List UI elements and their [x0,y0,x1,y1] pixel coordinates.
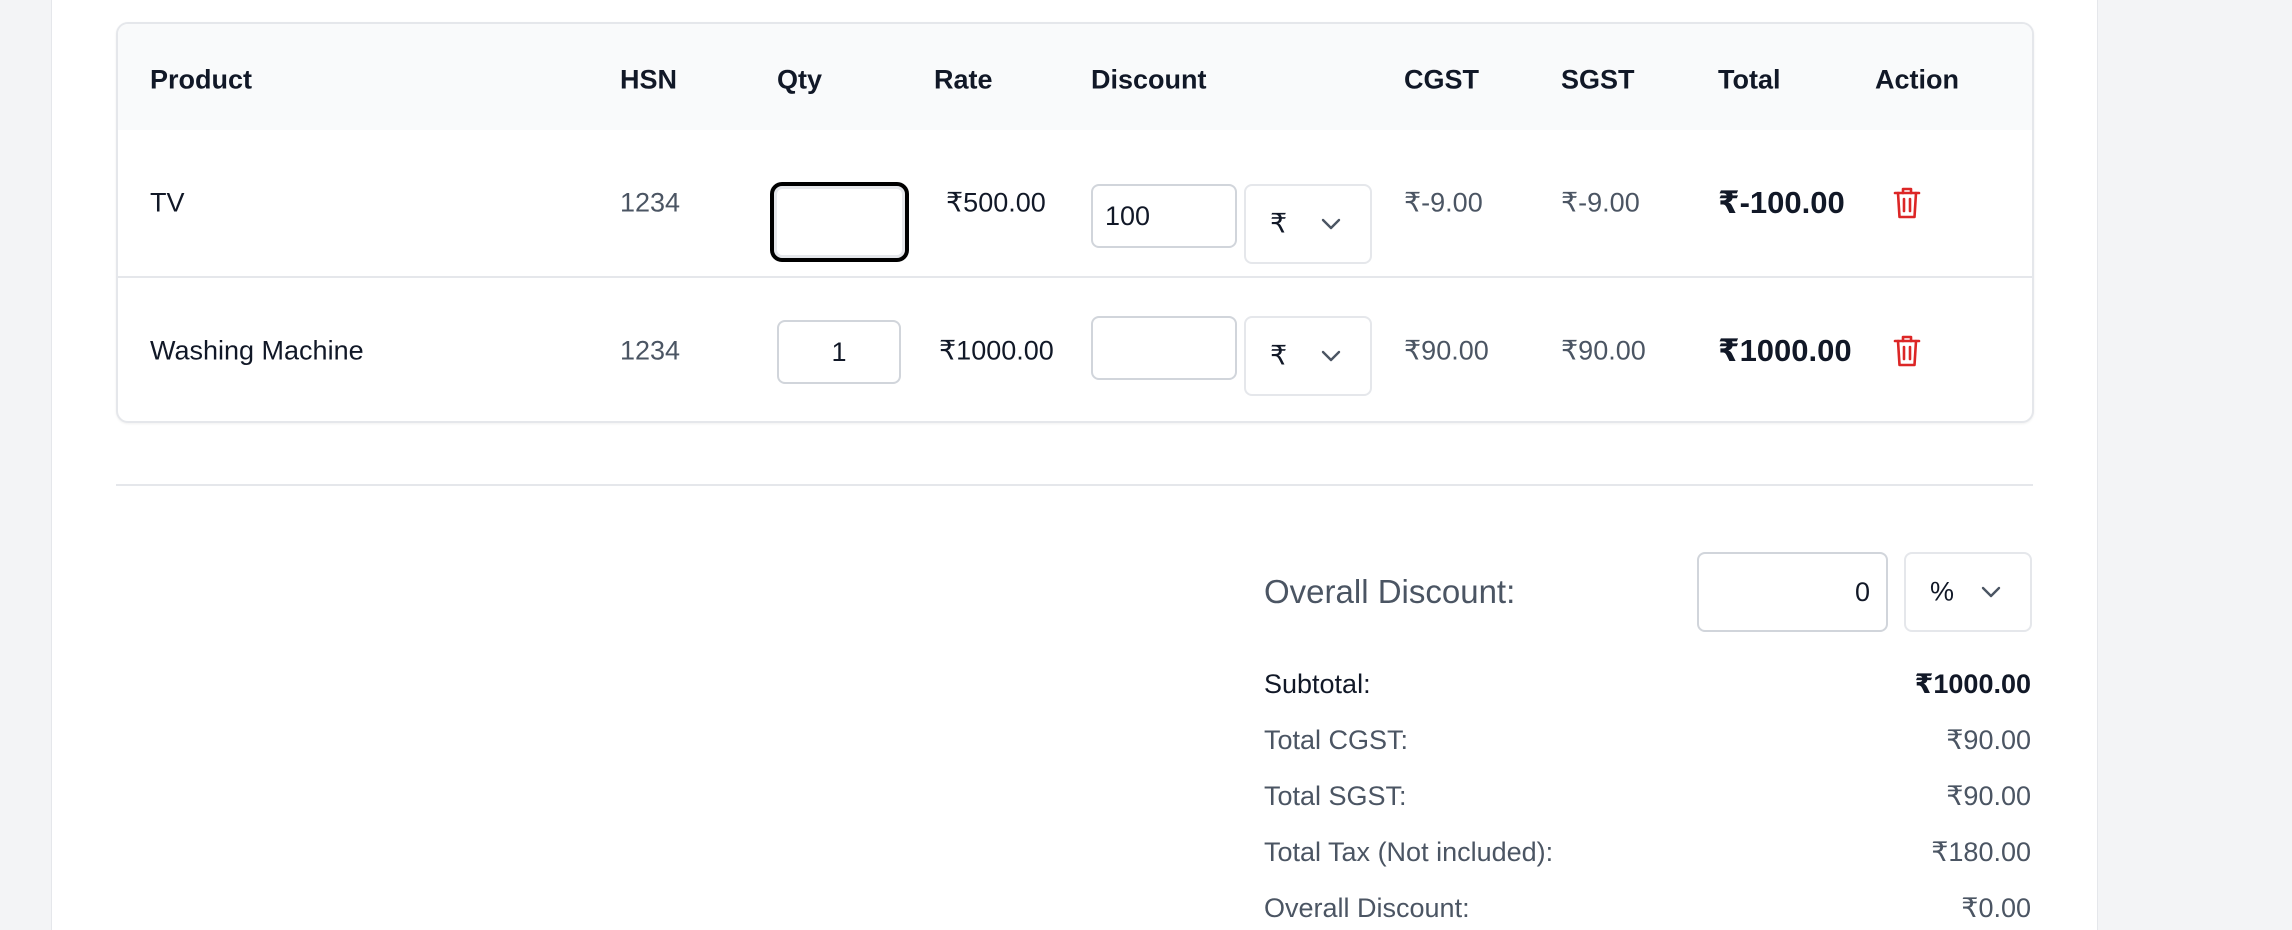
trash-icon[interactable] [1892,186,1922,220]
quantity-input[interactable] [777,320,901,384]
section-divider [116,484,2033,486]
subtotal-label: Subtotal: [1264,669,1371,699]
total-tax-label: Total Tax (Not included): [1264,837,1554,867]
total-sgst-label: Total SGST: [1264,781,1407,811]
total-cgst-value: ₹90.00 [1946,725,2031,755]
header-product: Product [150,64,253,95]
hsn-code: 1234 [620,335,681,366]
discount-type-select[interactable]: ₹ [1244,316,1372,396]
total-sgst-value: ₹90.00 [1946,781,2031,811]
table-row: TV 1234 ₹500.00 ₹ ₹-9.00 ₹-9.00 ₹-100.00 [118,130,2032,278]
overall-discount-input[interactable] [1697,552,1888,632]
chevron-down-icon [1981,586,2001,598]
rate-value: ₹1000.00 [939,335,1054,366]
hsn-code: 1234 [620,187,681,218]
overall-discount-type-value: % [1930,576,1955,607]
cgst-value: ₹-9.00 [1404,187,1483,218]
discount-type-value: ₹ [1270,208,1288,239]
header-cgst: CGST [1404,64,1480,95]
total-cgst-label: Total CGST: [1264,725,1409,755]
rate-value: ₹500.00 [946,187,1046,218]
sgst-value: ₹90.00 [1561,335,1646,366]
overall-discount-summary-value: ₹0.00 [1961,893,2031,923]
row-total: ₹-100.00 [1718,185,1845,220]
discount-type-select[interactable]: ₹ [1244,184,1372,264]
header-sgst: SGST [1561,64,1635,95]
product-name: Washing Machine [150,335,364,366]
total-tax-value: ₹180.00 [1931,837,2031,867]
quantity-input[interactable] [770,182,909,262]
chevron-down-icon [1321,350,1341,362]
overall-discount-type-select[interactable]: % [1904,552,2032,632]
header-hsn: HSN [620,64,678,95]
chevron-down-icon [1321,218,1341,230]
header-total: Total [1718,64,1781,95]
header-rate: Rate [934,64,993,95]
item-discount-input[interactable] [1091,184,1237,248]
row-total: ₹1000.00 [1718,333,1852,368]
header-qty: Qty [777,64,823,95]
cgst-value: ₹90.00 [1404,335,1489,366]
sgst-value: ₹-9.00 [1561,187,1640,218]
subtotal-value: ₹1000.00 [1914,669,2031,699]
product-name: TV [150,187,185,218]
table-row: Washing Machine 1234 ₹1000.00 ₹ ₹90.00 ₹… [118,278,2032,421]
item-discount-input[interactable] [1091,316,1237,380]
table-header: Product HSN Qty Rate Discount CGST SGST … [118,24,2032,130]
line-items-table: Product HSN Qty Rate Discount CGST SGST … [116,22,2034,423]
overall-discount-summary-label: Overall Discount: [1264,893,1470,923]
trash-icon[interactable] [1892,334,1922,368]
discount-type-value: ₹ [1270,340,1288,371]
overall-discount-label: Overall Discount: [1264,573,1516,610]
header-discount: Discount [1091,64,1207,95]
header-action: Action [1875,64,1959,95]
